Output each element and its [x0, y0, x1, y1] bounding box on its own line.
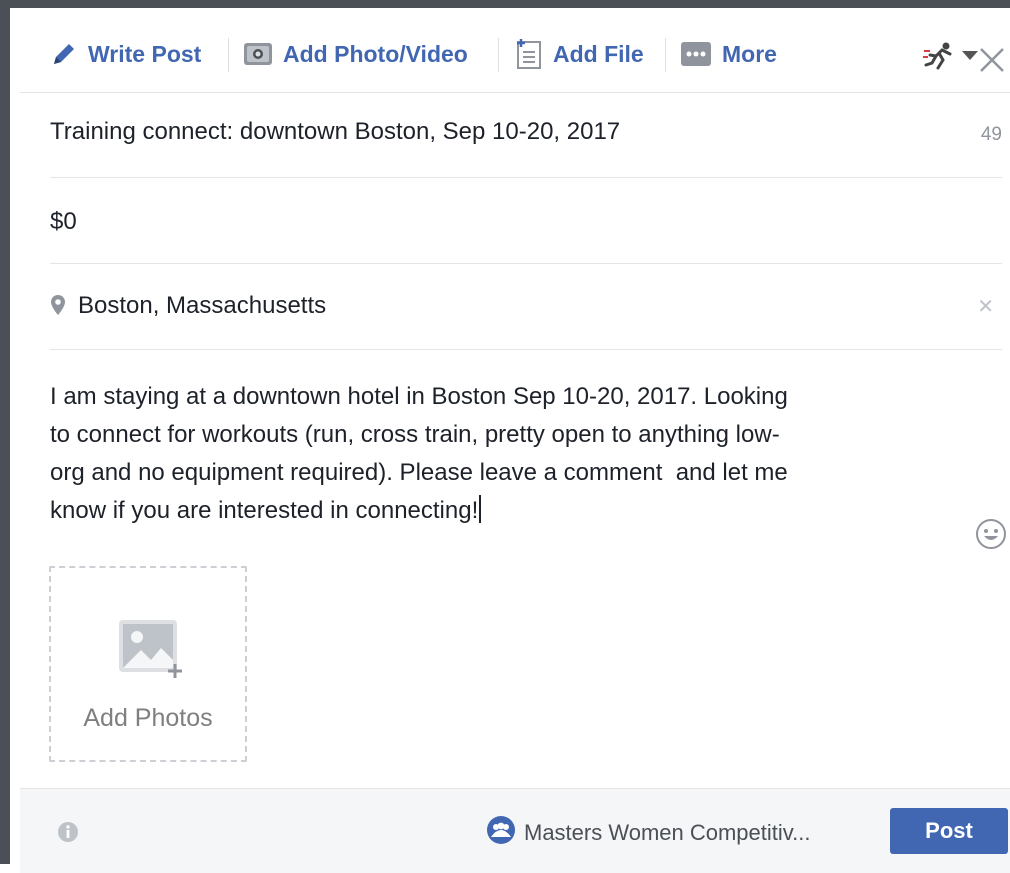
info-icon[interactable]: [57, 821, 79, 848]
audience-label: Masters Women Competitiv...: [524, 820, 811, 845]
runner-icon[interactable]: [922, 41, 956, 78]
add-photos-label: Add Photos: [83, 704, 213, 732]
post-button[interactable]: Post: [890, 808, 1008, 854]
more-dots-icon: [680, 41, 712, 67]
more-tab[interactable]: More: [680, 16, 777, 92]
add-image-icon: [117, 618, 185, 685]
composer-dialog: Write Post Add Photo/Video Add File More…: [0, 0, 1010, 873]
price-field[interactable]: $0: [50, 178, 1002, 264]
file-icon: [515, 38, 543, 70]
price-input[interactable]: $0: [50, 208, 77, 236]
composer-toolbar: Write Post Add Photo/Video Add File More: [20, 16, 1010, 93]
location-input[interactable]: Boston, Massachusetts: [78, 292, 326, 320]
write-post-tab[interactable]: Write Post: [50, 16, 201, 92]
clear-location-icon[interactable]: ✕: [977, 294, 994, 319]
title-input[interactable]: Training connect: downtown Boston, Sep 1…: [50, 118, 620, 146]
description-textarea[interactable]: I am staying at a downtown hotel in Bost…: [50, 378, 950, 530]
location-pin-icon: [50, 294, 66, 321]
close-icon[interactable]: [976, 44, 1008, 76]
add-file-tab[interactable]: Add File: [515, 16, 644, 92]
location-field[interactable]: Boston, Massachusetts ✕: [50, 264, 1002, 350]
write-post-label: Write Post: [88, 40, 202, 67]
composer-footer: Masters Women Competitiv... Post: [20, 788, 1010, 873]
text-cursor: [479, 495, 482, 523]
emoji-icon[interactable]: [975, 518, 1007, 555]
toolbar-divider: [498, 38, 499, 72]
group-icon: [486, 815, 516, 851]
add-photos-button[interactable]: Add Photos: [49, 566, 247, 762]
title-field[interactable]: Training connect: downtown Boston, Sep 1…: [50, 92, 1002, 178]
add-file-label: Add File: [553, 40, 644, 67]
description-text: I am staying at a downtown hotel in Bost…: [50, 383, 788, 524]
camera-icon: [243, 41, 273, 67]
add-photo-video-label: Add Photo/Video: [283, 40, 468, 67]
audience-selector[interactable]: Masters Women Competitiv...: [486, 815, 811, 851]
pencil-icon: [50, 40, 78, 68]
more-label: More: [722, 40, 777, 67]
title-char-counter: 49: [980, 124, 1002, 145]
add-photo-video-tab[interactable]: Add Photo/Video: [243, 16, 468, 92]
toolbar-divider: [665, 38, 666, 72]
toolbar-divider: [228, 38, 229, 72]
